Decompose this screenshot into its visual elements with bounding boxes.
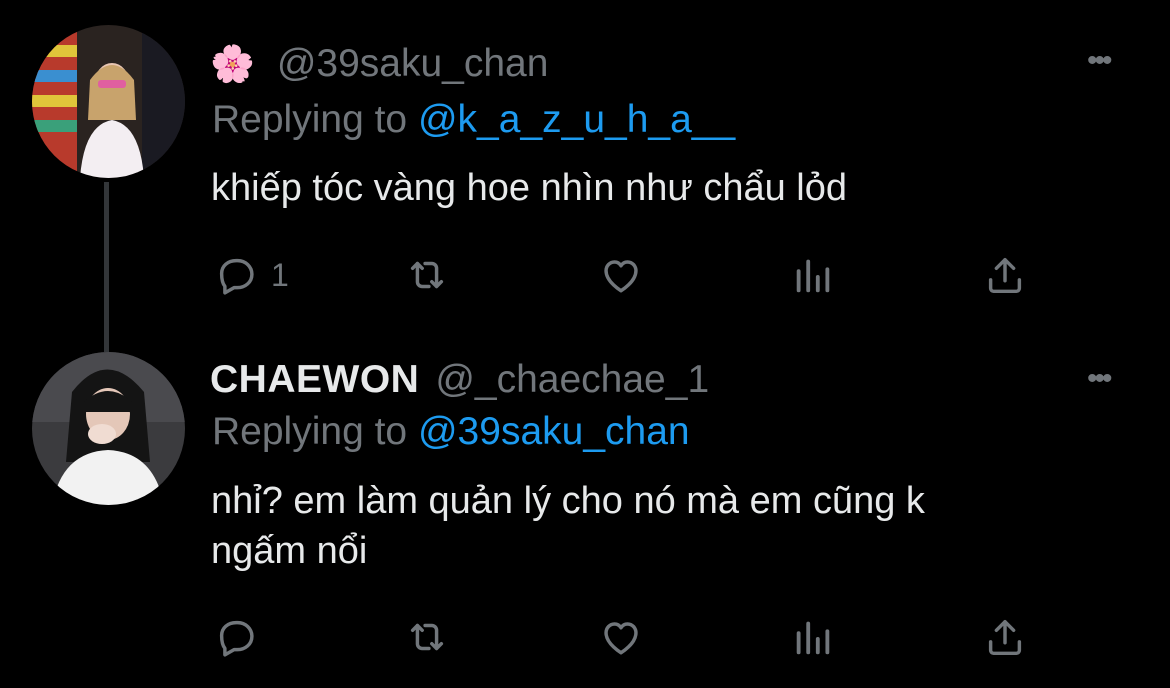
replying-mention[interactable]: @39saku_chan <box>418 410 690 453</box>
reply-icon <box>219 258 254 295</box>
retweet-icon <box>410 623 444 651</box>
reply-button[interactable] <box>213 614 271 660</box>
avatar-image <box>32 25 185 178</box>
share-button[interactable] <box>982 614 1028 660</box>
action-bar <box>0 614 1170 664</box>
retweet-button[interactable] <box>404 252 450 298</box>
analytics-icon <box>796 621 830 655</box>
like-icon <box>604 622 638 655</box>
replying-to: Replying to @k_a_z_u_h_a__ <box>212 98 735 142</box>
avatar-image <box>32 352 185 505</box>
tweet-header: CHAEWON @_chaechae_1 <box>210 358 709 402</box>
display-name[interactable]: CHAEWON <box>210 358 419 402</box>
reply-icon <box>219 620 254 657</box>
tweet-text-line-1: nhỉ? em làm quản lý cho nó mà em cũng k <box>211 480 925 522</box>
flower-emoji: 🌸 <box>210 43 255 84</box>
avatar[interactable] <box>32 352 185 505</box>
share-icon <box>988 257 1022 294</box>
reply-count: 1 <box>271 256 289 293</box>
reply-button[interactable]: 1 <box>213 252 289 298</box>
analytics-button[interactable] <box>790 252 836 298</box>
replying-prefix: Replying to <box>212 410 408 453</box>
replying-prefix: Replying to <box>212 98 408 141</box>
like-button[interactable] <box>598 614 644 660</box>
user-handle[interactable]: @39saku_chan <box>277 42 549 86</box>
tweet-text-line-2: ngấm nổi <box>211 530 368 572</box>
replying-to: Replying to @39saku_chan <box>212 410 690 454</box>
retweet-button[interactable] <box>404 614 450 660</box>
tweet-text: khiếp tóc vàng hoe nhìn như chẩu lỏd <box>211 167 848 209</box>
analytics-button[interactable] <box>790 614 836 660</box>
more-icon[interactable]: ••• <box>1087 362 1112 396</box>
avatar[interactable] <box>32 25 185 178</box>
user-handle[interactable]: @_chaechae_1 <box>435 358 709 402</box>
share-icon <box>988 619 1022 656</box>
tweet-text: nhỉ? em làm quản lý cho nó mà em cũng k … <box>211 476 925 576</box>
more-icon[interactable]: ••• <box>1087 44 1112 78</box>
replying-mention[interactable]: @k_a_z_u_h_a__ <box>418 98 735 141</box>
share-button[interactable] <box>982 252 1028 298</box>
action-bar: 1 <box>0 252 1170 302</box>
tweet-header: 🌸 @39saku_chan <box>210 42 548 86</box>
analytics-icon <box>796 259 830 293</box>
like-button[interactable] <box>598 252 644 298</box>
like-icon <box>604 260 638 293</box>
retweet-icon <box>410 261 444 289</box>
